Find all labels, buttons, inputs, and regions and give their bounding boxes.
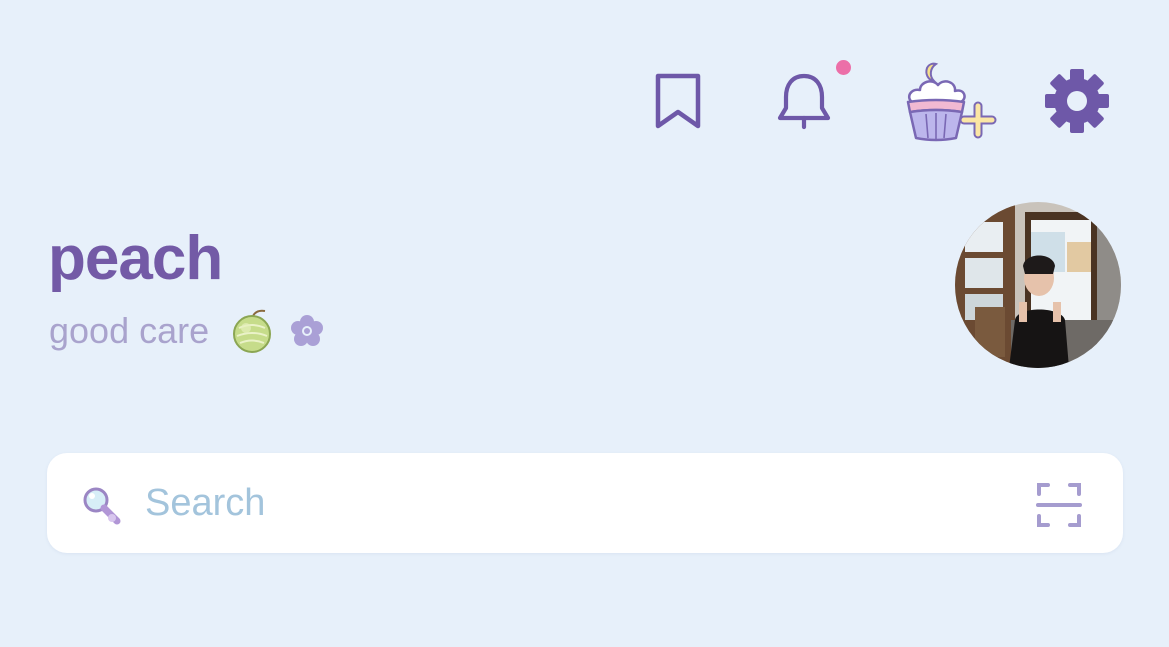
gear-icon[interactable] (1044, 68, 1110, 134)
cupcake-add-icon[interactable] (898, 58, 998, 144)
bell-icon[interactable] (775, 70, 833, 132)
avatar[interactable] (955, 202, 1121, 368)
bio-row: good care (49, 306, 324, 356)
scan-icon[interactable] (1036, 482, 1082, 528)
username: peach (48, 224, 223, 293)
flower-icon (291, 315, 324, 346)
search-input[interactable] (145, 478, 985, 528)
bookmark-icon[interactable] (650, 70, 706, 132)
magnifier-icon (83, 487, 121, 525)
bio-text: good care (49, 310, 210, 351)
melon-emoji (233, 309, 272, 353)
notification-dot (836, 60, 851, 75)
